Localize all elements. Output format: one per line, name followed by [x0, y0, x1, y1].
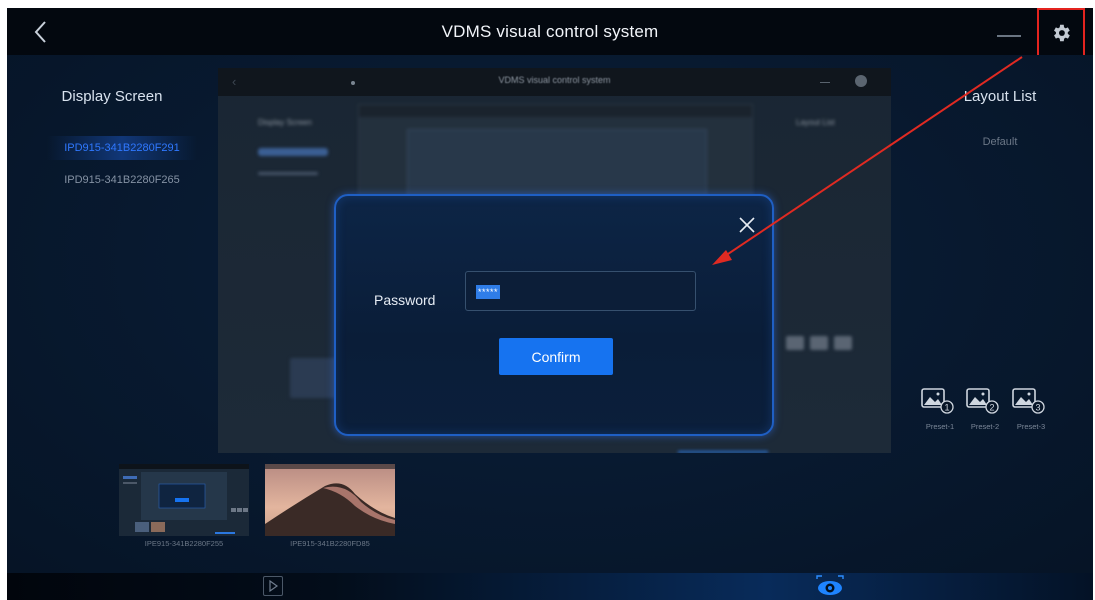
preview-bottom-line	[678, 451, 768, 453]
title-bar: VDMS visual control system	[7, 8, 1093, 58]
settings-button[interactable]	[1037, 8, 1085, 58]
preset-label: Preset-3	[1016, 422, 1046, 431]
screen-item[interactable]: IPD915-341B2280F265	[47, 168, 197, 192]
preview-left-label: Display Screen	[258, 118, 312, 127]
password-input[interactable]: *****	[465, 271, 696, 311]
play-icon	[269, 579, 279, 593]
preview-inner-bar	[359, 105, 752, 117]
desert-wallpaper-thumbnail	[265, 464, 395, 536]
close-icon	[739, 217, 755, 233]
preset-number: 1	[944, 403, 949, 413]
bottom-toolbar	[7, 573, 1093, 600]
password-value: *****	[476, 285, 501, 299]
screen-item-active[interactable]: IPD915-341B2280F291	[47, 136, 197, 160]
preview-active-bar	[258, 148, 328, 156]
app-screenshot-thumbnail	[119, 464, 249, 536]
preview-gear-icon	[855, 75, 867, 87]
preview-preset-icon	[810, 336, 828, 350]
eye-icon	[816, 575, 844, 595]
close-button[interactable]	[736, 214, 758, 236]
preview-eye-button[interactable]	[813, 573, 847, 598]
preset-label: Preset-1	[925, 422, 955, 431]
preview-title: VDMS visual control system	[498, 75, 611, 85]
thumbnail-label: IPE915-341B2280FD85	[290, 539, 370, 548]
password-dialog: Password ***** Confirm	[334, 194, 774, 436]
preview-right-label: Layout List	[796, 118, 835, 127]
confirm-button[interactable]: Confirm	[499, 338, 613, 375]
app-window: VDMS visual control system Display Scree…	[7, 8, 1093, 600]
thumbnail-label: IPE915-341B2280F255	[144, 539, 224, 548]
image-preset-icon: 1	[921, 388, 954, 414]
preview-preset-icon	[786, 336, 804, 350]
password-label: Password	[374, 292, 436, 308]
preview-minimize-icon	[820, 82, 830, 83]
display-screen-title: Display Screen	[61, 88, 163, 105]
screen-thumbnail-2[interactable]	[265, 464, 395, 536]
preset-2-button[interactable]: 2 Preset-2	[963, 386, 1007, 436]
layout-item-default[interactable]: Default	[907, 136, 1093, 148]
image-preset-icon: 3	[1012, 388, 1045, 414]
preview-title-bar: ‹ VDMS visual control system	[218, 68, 891, 96]
preset-label: Preset-2	[970, 422, 1000, 431]
preset-number: 3	[1035, 403, 1040, 413]
screen-thumbnail-1[interactable]	[119, 464, 249, 536]
app-title: VDMS visual control system	[441, 22, 659, 41]
preview-thumbnail	[290, 358, 340, 398]
play-button[interactable]	[263, 576, 283, 596]
preset-3-button[interactable]: 3 Preset-3	[1009, 386, 1053, 436]
preset-1-button[interactable]: 1 Preset-1	[918, 386, 962, 436]
image-preset-icon: 2	[966, 388, 999, 414]
preview-item-bar	[258, 172, 318, 175]
layout-list-title: Layout List	[963, 88, 1037, 105]
gear-icon	[1054, 24, 1070, 42]
preset-number: 2	[989, 403, 994, 413]
preview-preset-icon	[834, 336, 852, 350]
minimize-button[interactable]	[997, 35, 1021, 37]
